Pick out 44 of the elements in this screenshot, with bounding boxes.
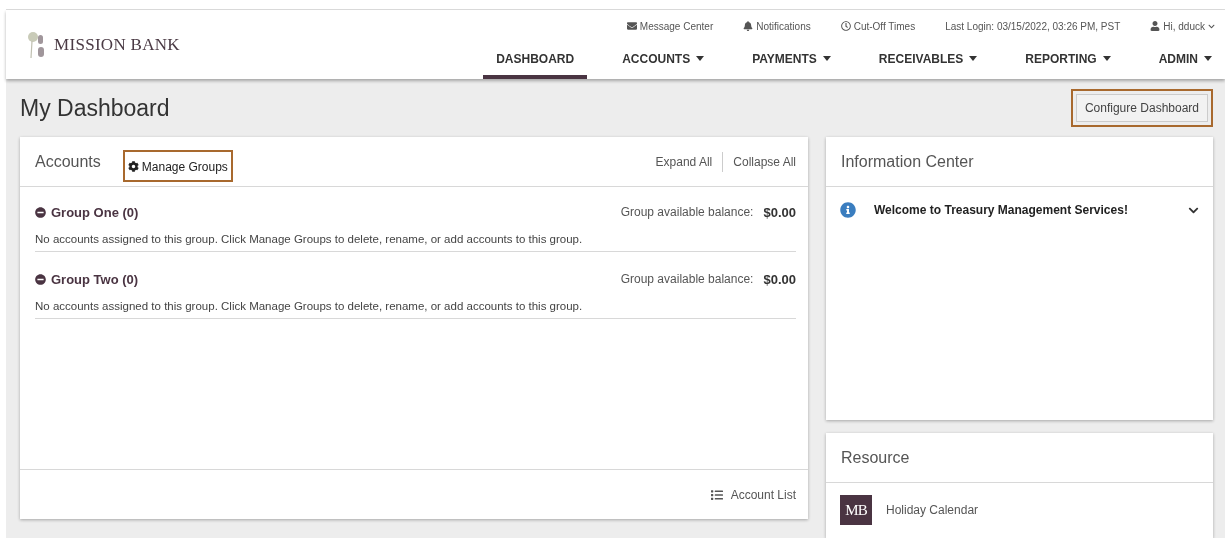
resource-logo: MB xyxy=(840,495,872,525)
nav-tab[interactable]: REPORTING xyxy=(1012,42,1124,79)
configure-dashboard-button[interactable]: Configure Dashboard xyxy=(1075,94,1208,122)
empty-group-message: No accounts assigned to this group. Click Manage Groups to delete, rename, or add accounts to this group. xyxy=(35,229,796,252)
caret-icon xyxy=(1208,22,1215,30)
group-toggle[interactable]: Group Two (0) xyxy=(35,271,139,287)
utility-link[interactable]: Notifications xyxy=(743,20,811,32)
balance-label: Group available balance: xyxy=(620,205,754,219)
balance-label: Group available balance: xyxy=(620,272,754,286)
list-icon xyxy=(710,488,723,501)
last-login-text: Last Login: 03/15/2022, 03:26 PM, PST xyxy=(945,20,1121,32)
account-list-link[interactable]: Account List xyxy=(710,487,796,502)
mail-icon xyxy=(626,21,637,31)
nav-tab[interactable]: ADMIN xyxy=(1145,42,1225,79)
manage-groups-button[interactable]: Manage Groups xyxy=(122,149,233,182)
nav-tab[interactable]: ACCOUNTS xyxy=(609,42,718,79)
settings-icon xyxy=(127,161,139,172)
page-title: My Dashboard xyxy=(20,94,170,122)
nav-tab[interactable]: PAYMENTS xyxy=(739,42,844,79)
utility-link[interactable]: Message Center xyxy=(626,20,714,32)
nav-tab[interactable]: RECEIVABLES xyxy=(865,42,991,79)
caret-icon xyxy=(1102,56,1111,61)
caret-icon xyxy=(969,56,978,61)
caret-icon xyxy=(696,56,705,61)
empty-group-message: No accounts assigned to this group. Click Manage Groups to delete, rename, or add accounts to this group. xyxy=(35,296,796,319)
group-toggle[interactable]: Group One (0) xyxy=(35,204,139,220)
info-icon xyxy=(840,202,856,218)
card-title: Information Center xyxy=(841,152,974,171)
announcement-title[interactable]: Welcome to Treasury Management Services! xyxy=(874,203,1170,217)
bell-icon xyxy=(743,21,754,31)
balance-value: $0.00 xyxy=(763,271,796,287)
collapse-all-link[interactable]: Collapse All xyxy=(723,154,796,169)
utility-link[interactable]: Cut-Off Times xyxy=(840,20,916,32)
card-title: Accounts xyxy=(35,152,101,171)
resource-link[interactable]: Holiday Calendar xyxy=(886,503,979,517)
user-icon xyxy=(1150,21,1161,31)
utility-link[interactable]: Hi, dduck xyxy=(1150,20,1215,32)
caret-icon xyxy=(822,56,831,61)
caret-icon xyxy=(1204,56,1212,61)
clock-icon xyxy=(840,21,851,31)
bank-logo-text: MISSION BANK xyxy=(54,34,180,55)
expand-all-link[interactable]: Expand All xyxy=(645,154,723,169)
card-title: Resource xyxy=(841,448,910,467)
balance-value: $0.00 xyxy=(763,204,796,220)
